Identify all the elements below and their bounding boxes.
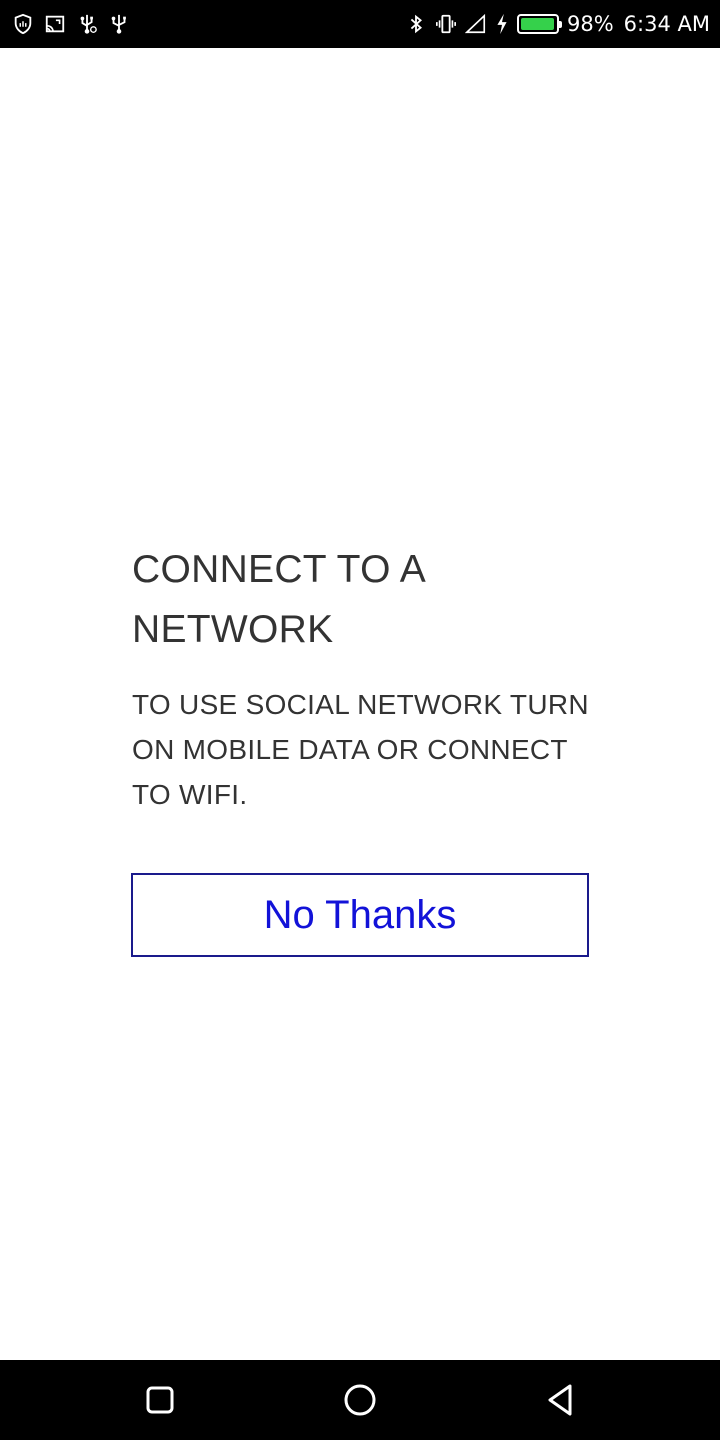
network-prompt: CONNECT TO A NETWORK TO USE SOCIAL NETWO…: [132, 540, 592, 817]
no-thanks-button[interactable]: No Thanks: [131, 873, 589, 957]
bluetooth-icon: [405, 13, 427, 35]
status-bar-notifications: [12, 0, 130, 48]
home-icon[interactable]: [340, 1380, 380, 1420]
battery-icon: [516, 14, 562, 34]
usb-debug-icon: [76, 13, 98, 35]
dialog-message: TO USE SOCIAL NETWORK TURN ON MOBILE DAT…: [132, 689, 589, 810]
clock: 6:34 AM: [623, 12, 710, 36]
cast-icon: [44, 13, 66, 35]
signal-icon: [464, 13, 487, 35]
navigation-bar: [0, 1360, 720, 1440]
back-icon[interactable]: [540, 1380, 580, 1420]
usb-icon: [108, 13, 130, 35]
charging-icon: [495, 13, 509, 35]
dialog-title: CONNECT TO A NETWORK: [132, 548, 424, 651]
vibrate-icon: [435, 13, 457, 35]
status-bar-system: 98% 6:34 AM: [405, 0, 710, 48]
status-bar: 98% 6:34 AM: [0, 0, 720, 48]
battery-level-fill: [520, 18, 554, 30]
shield-icon: [12, 13, 34, 35]
recents-icon[interactable]: [140, 1380, 180, 1420]
battery-tip: [558, 21, 562, 28]
battery-percent: 98%: [566, 12, 614, 36]
